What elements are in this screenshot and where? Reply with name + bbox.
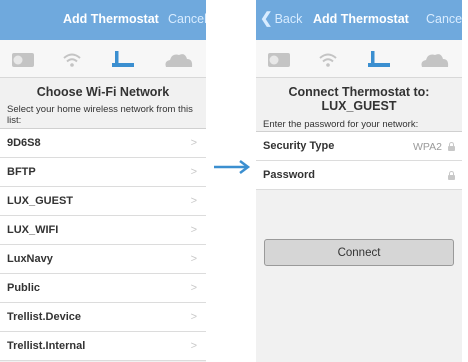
cancel-button[interactable]: Cancel: [168, 12, 206, 26]
network-item[interactable]: Trellist.Internal >: [0, 332, 206, 361]
chevron-left-icon: ❮: [260, 10, 273, 27]
selected-network-name: LUX_GUEST: [321, 99, 397, 113]
security-type-value: WPA2: [413, 141, 442, 153]
setup-steps: [256, 40, 462, 78]
wifi-icon: [319, 53, 337, 67]
network-name: 9D6S8: [7, 137, 41, 149]
cancel-button[interactable]: Cancel: [426, 12, 462, 26]
network-name: BFTP: [7, 166, 36, 178]
setup-steps: [0, 40, 206, 78]
chevron-right-icon: >: [190, 340, 197, 352]
router-icon: [368, 51, 390, 67]
lock-icon: [448, 171, 455, 180]
nav-title: Add Thermostat: [63, 12, 159, 26]
nav-bar: ❮ Back Add Thermostat Cancel: [256, 0, 462, 40]
network-item[interactable]: 9D6S8 >: [0, 129, 206, 158]
connect-button[interactable]: Connect: [264, 239, 454, 266]
network-item[interactable]: LUX_GUEST >: [0, 187, 206, 216]
back-button[interactable]: ❮ Back: [260, 10, 303, 27]
chevron-right-icon: >: [190, 311, 197, 323]
security-type-row[interactable]: Security Type WPA2: [256, 132, 462, 161]
network-name: LuxNavy: [7, 253, 53, 265]
nav-title: Add Thermostat: [313, 12, 409, 26]
page-title: Choose Wi-Fi Network: [36, 85, 170, 99]
network-name: LUX_GUEST: [7, 195, 74, 207]
page-title-line: Connect Thermostat to:: [288, 85, 430, 99]
router-icon: [112, 51, 134, 67]
network-item[interactable]: Trellist.Device >: [0, 303, 206, 332]
chevron-right-icon: >: [190, 166, 197, 178]
network-list: 9D6S8 > BFTP > LUX_GUEST > LUX_WIFI > LuxNav…: [0, 128, 206, 361]
chevron-right-icon: >: [190, 224, 197, 236]
password-label: Password: [263, 169, 315, 181]
chevron-right-icon: >: [190, 137, 197, 149]
instruction-text: Enter the password for your network:: [263, 119, 419, 130]
arrow-right-icon: [214, 160, 251, 174]
cloud-icon: [165, 54, 193, 67]
wifi-icon: [63, 53, 81, 67]
network-name: Trellist.Internal: [7, 340, 86, 352]
chevron-right-icon: >: [190, 253, 197, 265]
thermostat-icon: [12, 53, 34, 67]
password-field[interactable]: Password: [256, 161, 462, 190]
wifi-network-screen: Add Thermostat Cancel Choose Wi-Fi Netwo…: [0, 0, 206, 362]
connect-network-screen: ❮ Back Add Thermostat Cancel Connect The…: [256, 0, 462, 362]
credentials-form: Security Type WPA2 Password: [256, 131, 462, 190]
network-name: Public: [7, 282, 41, 294]
back-label: Back: [274, 12, 303, 26]
instruction-text: Select your home wireless network from t…: [7, 104, 193, 126]
network-item[interactable]: LUX_WIFI >: [0, 216, 206, 245]
network-item[interactable]: BFTP >: [0, 158, 206, 187]
thermostat-icon: [268, 53, 290, 67]
chevron-right-icon: >: [190, 195, 197, 207]
network-name: LUX_WIFI: [7, 224, 59, 236]
page-title: Connect Thermostat to: LUX_GUEST: [256, 85, 462, 113]
lock-icon: [448, 142, 455, 151]
network-item[interactable]: Public >: [0, 274, 206, 303]
network-item[interactable]: LuxNavy >: [0, 245, 206, 274]
network-name: Trellist.Device: [7, 311, 81, 323]
chevron-right-icon: >: [190, 282, 197, 294]
nav-bar: Add Thermostat Cancel: [0, 0, 206, 40]
security-type-label: Security Type: [263, 140, 335, 152]
cloud-icon: [421, 54, 449, 67]
